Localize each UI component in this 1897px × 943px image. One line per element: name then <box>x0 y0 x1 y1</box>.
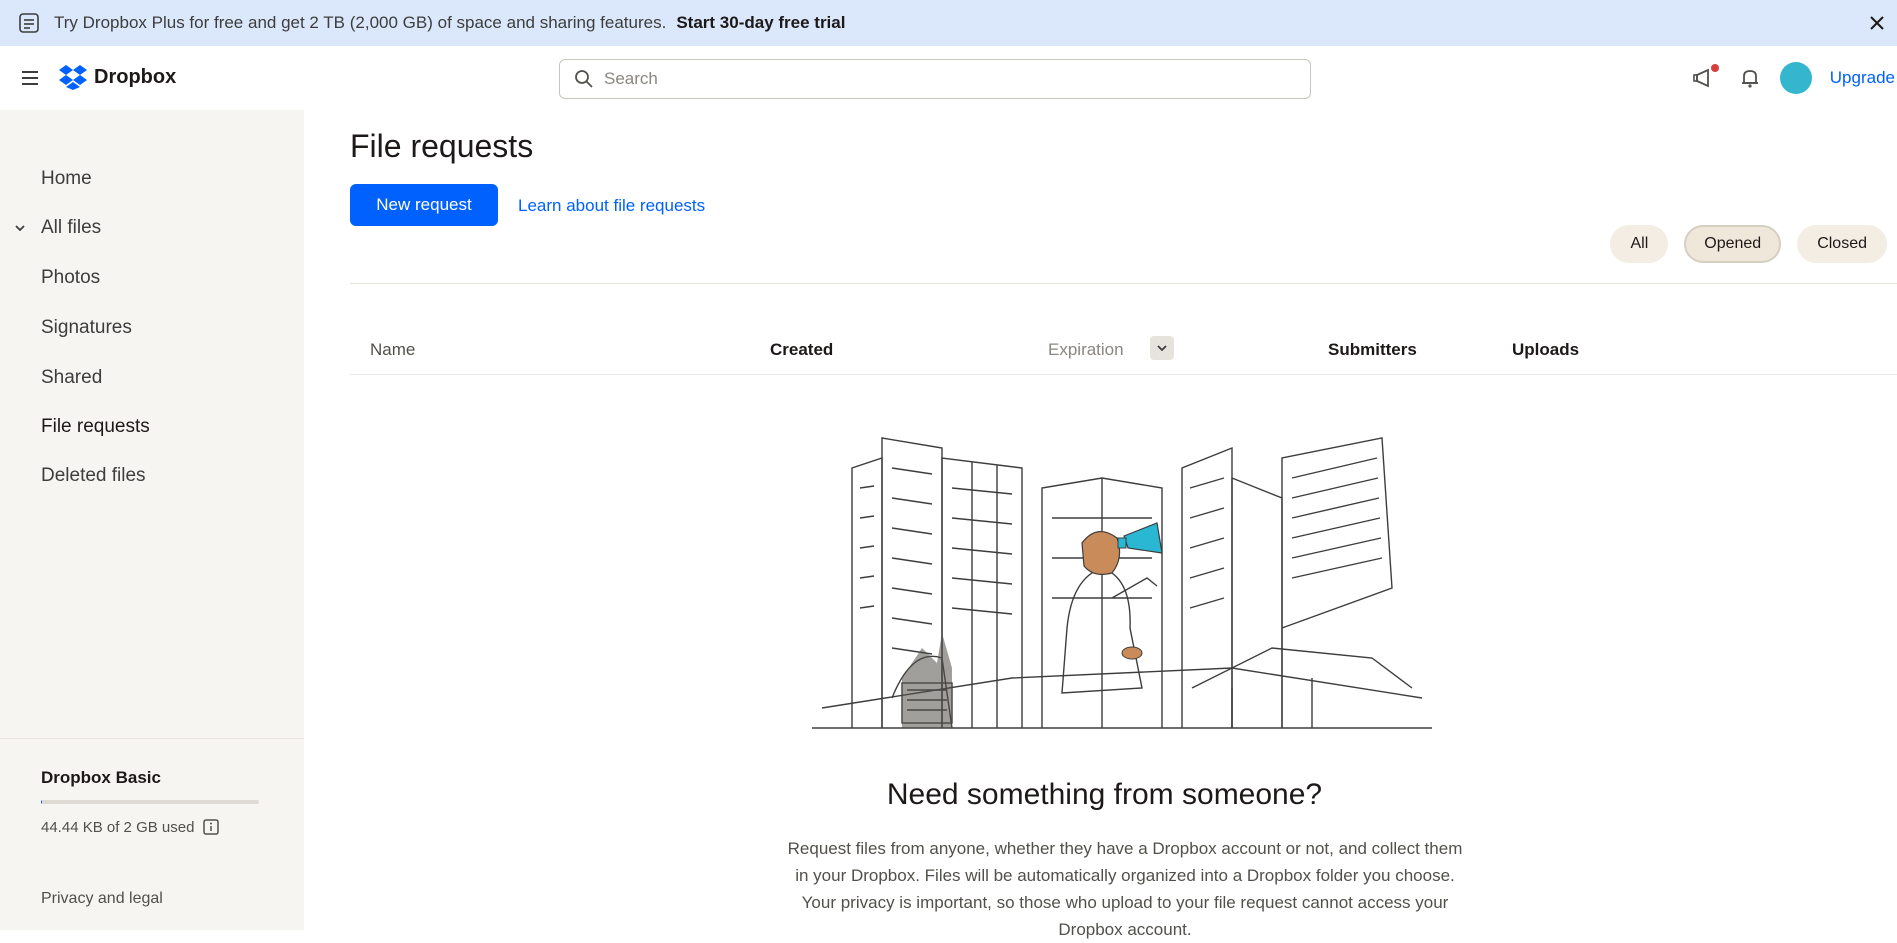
dropbox-logo-icon <box>58 64 88 90</box>
empty-state-title: Need something from someone? <box>886 778 1323 811</box>
page-title: File requests <box>350 128 534 164</box>
dropbox-logo[interactable]: Dropbox <box>58 64 176 90</box>
sidebar-item-label: Deleted files <box>41 465 146 486</box>
hamburger-menu-icon[interactable] <box>18 66 42 90</box>
storage-usage-text: 44.44 KB of 2 GB used <box>41 818 220 836</box>
column-uploads[interactable]: Uploads <box>1512 340 1579 360</box>
sidebar-item-deleted-files[interactable]: Deleted files <box>0 454 304 498</box>
sidebar-item-label: Photos <box>41 267 101 288</box>
filter-all[interactable]: All <box>1610 225 1669 263</box>
sidebar-item-shared[interactable]: Shared <box>0 356 304 400</box>
table-header: Name Created Expiration Submitters Uploa… <box>350 330 1897 370</box>
new-request-button[interactable]: New request <box>350 184 498 226</box>
search-icon <box>574 69 594 89</box>
filter-closed[interactable]: Closed <box>1797 225 1887 263</box>
learn-file-requests-link[interactable]: Learn about file requests <box>518 196 705 216</box>
sidebar-item-label: Signatures <box>41 317 132 338</box>
info-icon <box>18 12 40 34</box>
column-name[interactable]: Name <box>370 340 415 360</box>
sidebar-item-home[interactable]: Home <box>0 157 304 201</box>
search-bar[interactable] <box>559 59 1311 99</box>
logo-text: Dropbox <box>94 65 177 88</box>
sidebar-item-label: All files <box>41 217 102 238</box>
sidebar-divider <box>0 738 304 739</box>
info-icon[interactable] <box>202 818 220 836</box>
storage-usage-label: 44.44 KB of 2 GB used <box>41 818 195 836</box>
sidebar-item-photos[interactable]: Photos <box>0 256 304 300</box>
sidebar-item-label: File requests <box>41 416 150 437</box>
main-divider <box>350 283 1897 284</box>
promo-banner: Try Dropbox Plus for free and get 2 TB (… <box>0 0 1897 46</box>
table-divider <box>350 374 1897 375</box>
empty-state-description: Request files from anyone, whether they … <box>787 839 1463 939</box>
column-created[interactable]: Created <box>770 340 833 360</box>
start-trial-link[interactable]: Start 30-day free trial <box>676 13 845 33</box>
avatar[interactable] <box>1779 62 1812 94</box>
sort-icon[interactable] <box>1150 336 1174 360</box>
top-header: Dropbox Upgrade <box>0 46 1897 110</box>
header-actions: Upgrade <box>1692 60 1897 96</box>
close-icon[interactable] <box>1865 11 1889 35</box>
column-expiration[interactable]: Expiration <box>1048 340 1124 360</box>
upgrade-link[interactable]: Upgrade <box>1830 68 1895 88</box>
privacy-legal-link[interactable]: Privacy and legal <box>41 890 163 908</box>
column-submitters[interactable]: Submitters <box>1328 340 1417 360</box>
notification-dot <box>1710 64 1719 72</box>
sidebar-item-label: Shared <box>41 367 103 388</box>
megaphone-icon[interactable] <box>1692 64 1720 92</box>
filter-opened[interactable]: Opened <box>1684 225 1782 263</box>
bell-icon[interactable] <box>1736 64 1764 92</box>
sidebar-item-file-requests[interactable]: File requests <box>0 405 304 449</box>
search-input[interactable] <box>602 68 1282 90</box>
sidebar-item-all-files[interactable]: All files <box>0 206 304 250</box>
megaphone-illustration-icon <box>812 437 1432 729</box>
request-filters: All Opened Closed <box>1610 225 1887 263</box>
sidebar-item-label: Home <box>41 168 92 189</box>
chevron-right-icon[interactable] <box>12 220 28 236</box>
sidebar-item-signatures[interactable]: Signatures <box>0 306 304 350</box>
banner-text: Try Dropbox Plus for free and get 2 TB (… <box>54 13 667 32</box>
